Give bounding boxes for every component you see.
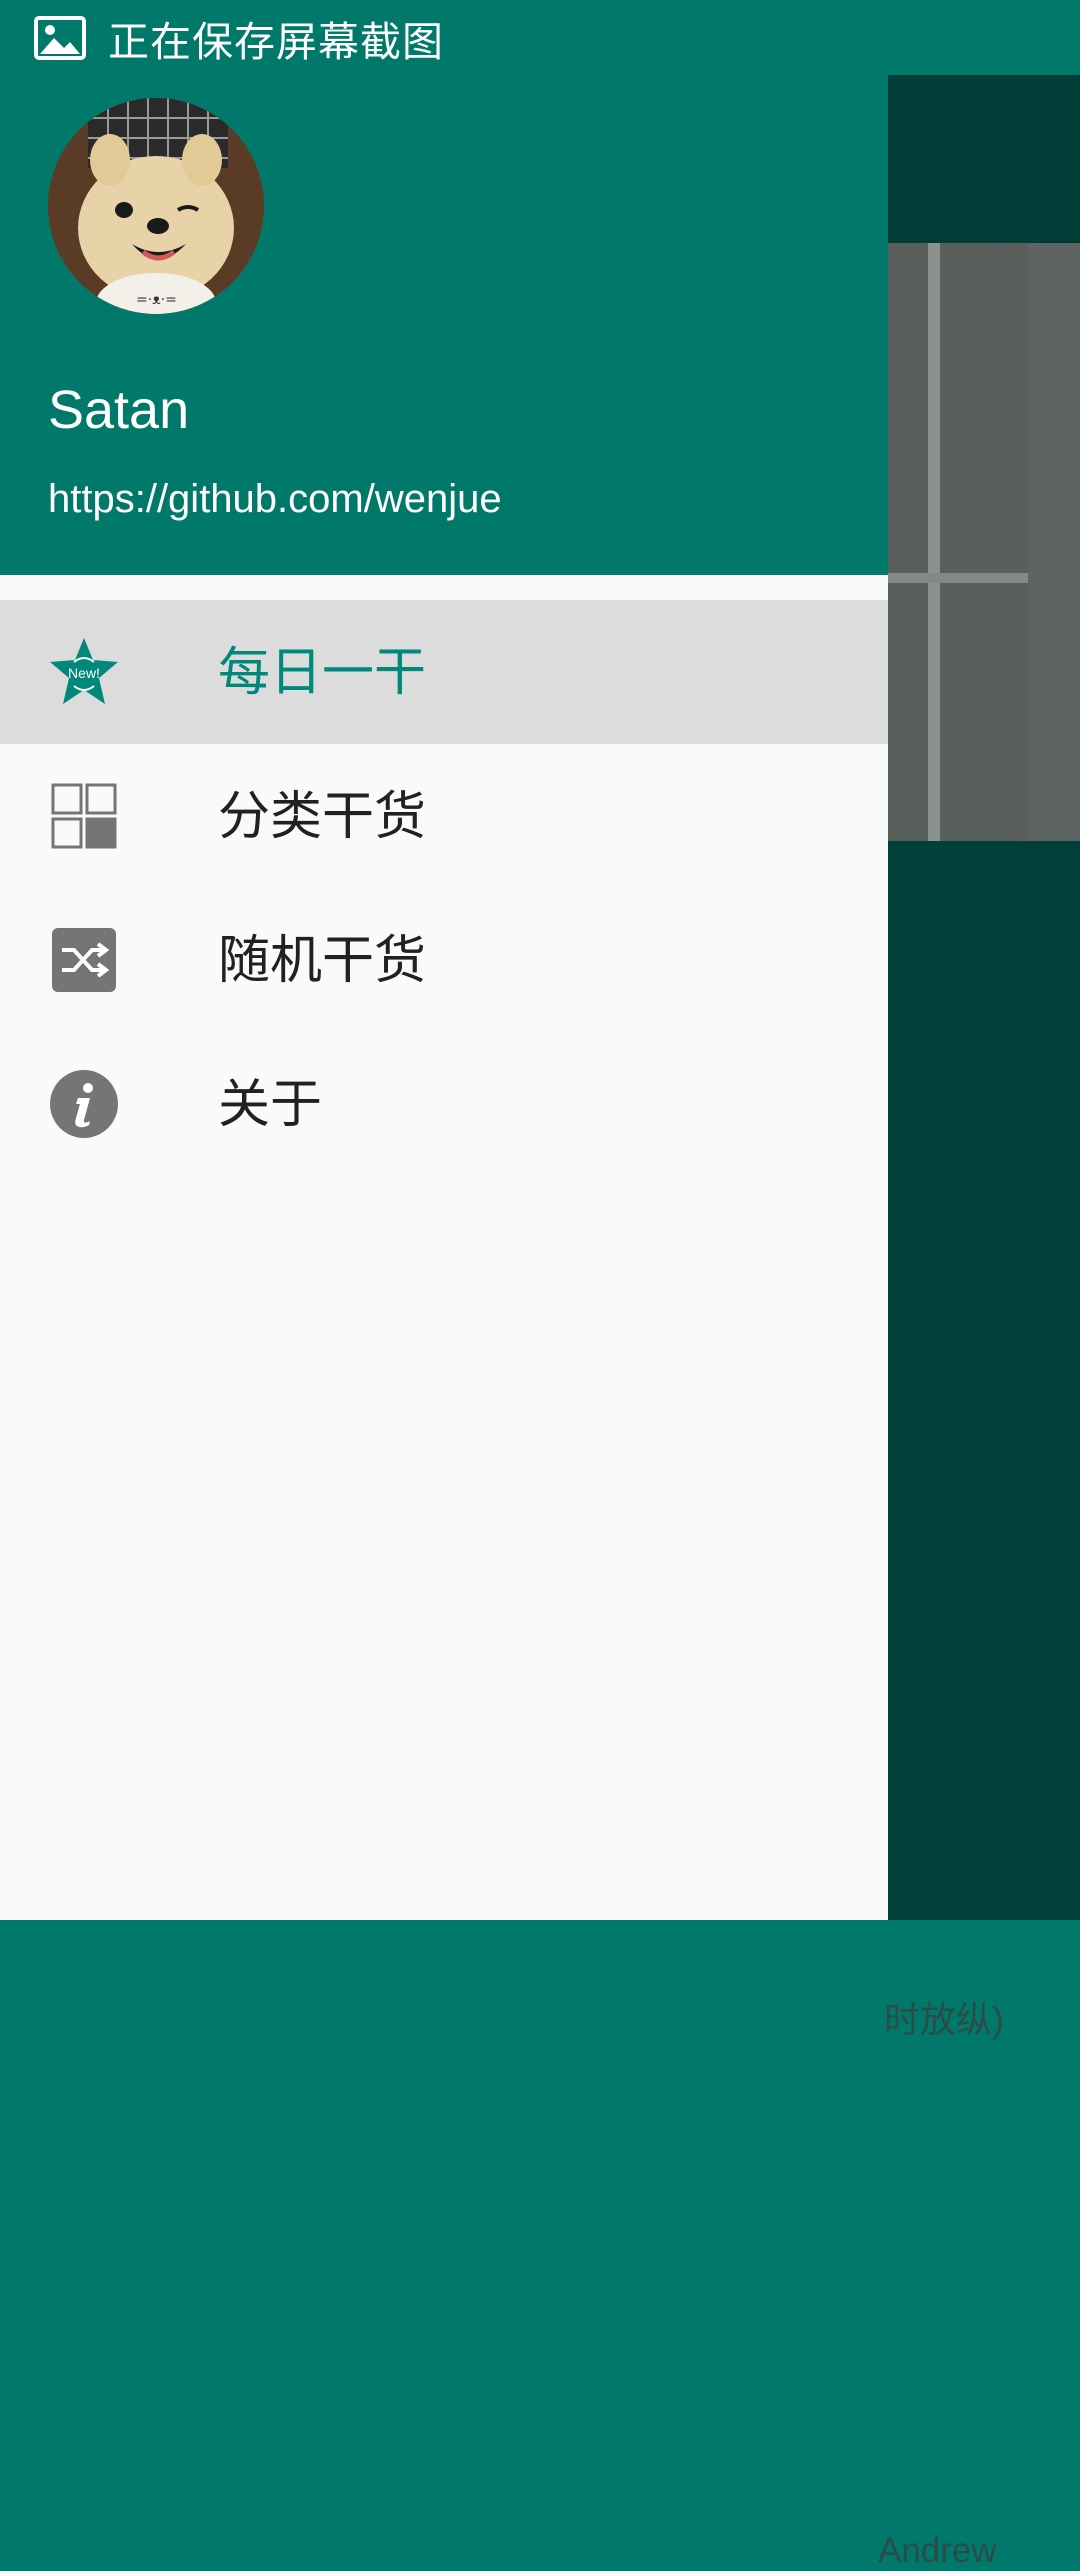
menu-item-label: 关于 [218, 1075, 323, 1135]
drawer-header: =·ᴥ·= Satan https://github.com/wenjue [0, 0, 888, 575]
avatar[interactable]: =·ᴥ·= [48, 98, 264, 314]
drawer-menu: New! 每日一干 分类干货 随机干货 关于 [0, 600, 888, 1176]
info-icon [50, 1070, 118, 1138]
menu-item-daily[interactable]: New! 每日一干 [0, 600, 888, 744]
background-text-fragment: Andrew [878, 2531, 997, 2570]
grid-icon [51, 783, 117, 849]
svg-text:=·ᴥ·=: =·ᴥ·= [136, 292, 177, 308]
menu-item-about[interactable]: 关于 [0, 1032, 888, 1176]
avatar-image: =·ᴥ·= [48, 98, 264, 314]
menu-item-label: 随机干货 [218, 931, 427, 991]
menu-item-label: 分类干货 [218, 787, 427, 847]
user-name: Satan [48, 380, 190, 440]
image-icon [34, 15, 86, 60]
navigation-drawer: =·ᴥ·= Satan https://github.com/wenjue Ne… [0, 0, 888, 1920]
svg-text:New!: New! [68, 665, 100, 681]
status-text: 正在保存屏幕截图 [108, 17, 444, 66]
background-text-fragment: 时放纵) [884, 1999, 1004, 2040]
new-star-icon: New! [50, 638, 118, 704]
status-bar: 正在保存屏幕截图 [0, 0, 1080, 75]
menu-item-random[interactable]: 随机干货 [0, 888, 888, 1032]
user-url[interactable]: https://github.com/wenjue [48, 475, 502, 523]
menu-item-label: 每日一干 [218, 643, 427, 703]
menu-item-categories[interactable]: 分类干货 [0, 744, 888, 888]
shuffle-icon [52, 928, 116, 992]
